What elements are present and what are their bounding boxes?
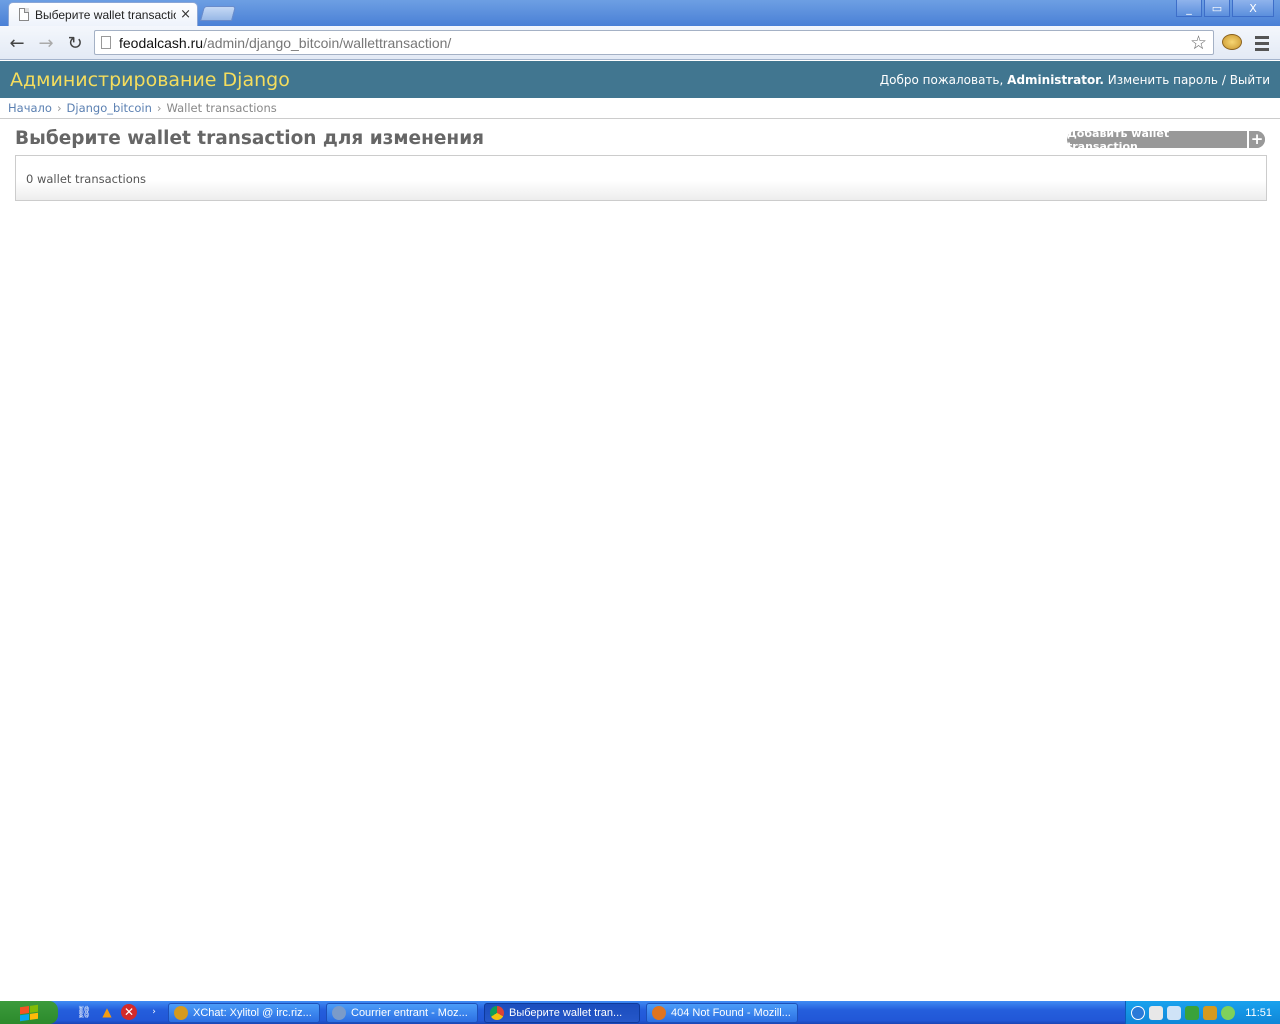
tray-shield-icon[interactable] — [1185, 1005, 1200, 1020]
tab-close-icon[interactable]: × — [180, 7, 191, 22]
url-text[interactable]: feodalcash.ru/admin/django_bitcoin/walle… — [119, 35, 451, 51]
window-controls: _ ▭ X — [1176, 0, 1274, 17]
clock: 11:51 — [1245, 1006, 1272, 1019]
tray-download-icon[interactable] — [1149, 1005, 1164, 1020]
change-password-link[interactable]: Изменить пароль — [1108, 73, 1218, 87]
task-label: XChat: Xylitol @ irc.riz... — [193, 1007, 312, 1019]
restore-button[interactable]: ▭ — [1204, 0, 1230, 17]
thunderbird-icon — [332, 1006, 346, 1020]
username: Administrator — [1007, 72, 1100, 87]
page-icon — [101, 36, 111, 49]
breadcrumb-app[interactable]: Django_bitcoin — [67, 101, 152, 115]
username-period: . — [1099, 72, 1104, 87]
breadcrumb-home[interactable]: Начало — [8, 101, 52, 115]
welcome-text: Добро пожаловать, — [879, 72, 1004, 87]
close-window-button[interactable]: X — [1232, 0, 1274, 17]
windows-taskbar: ⛓ ▲ ✕ › XChat: Xylitol @ irc.riz... Cour… — [0, 1001, 1280, 1024]
task-label: 404 Not Found - Mozill... — [671, 1007, 791, 1019]
add-button-label: Добавить wallet transaction — [1067, 126, 1170, 153]
task-label: Выберите wallet tran... — [509, 1007, 623, 1019]
url-host: feodalcash.ru — [119, 34, 204, 51]
start-button[interactable] — [0, 1001, 58, 1024]
page-icon — [19, 8, 29, 21]
breadcrumb: Начало › Django_bitcoin › Wallet transac… — [0, 98, 1280, 119]
back-button[interactable]: ← — [6, 32, 28, 54]
system-tray: 11:51 — [1125, 1001, 1280, 1024]
user-tools: Добро пожаловать, Administrator. Изменит… — [880, 73, 1270, 87]
forward-button[interactable]: → — [35, 32, 57, 54]
site-branding[interactable]: Администрирование Django — [10, 69, 290, 91]
extension-cookie-icon[interactable] — [1222, 34, 1242, 50]
quicklaunch-stop-icon[interactable]: ✕ — [121, 1004, 137, 1020]
tab-title: Выберите wallet transaction — [35, 7, 177, 22]
firefox-icon — [652, 1006, 666, 1020]
result-count: 0 wallet transactions — [26, 172, 147, 186]
page-title: Выберите wallet transaction для изменени… — [15, 128, 485, 149]
breadcrumb-current: Wallet transactions — [166, 101, 277, 115]
tray-xchat-icon[interactable] — [1203, 1005, 1218, 1020]
user-tools-separator: / — [1221, 72, 1226, 87]
quicklaunch-vlc-icon[interactable]: ▲ — [99, 1004, 115, 1020]
logout-link[interactable]: Выйти — [1230, 73, 1270, 87]
breadcrumb-separator: › — [56, 101, 62, 115]
windows-flag-icon — [20, 1004, 38, 1021]
quicklaunch-expand-icon[interactable]: › — [146, 1004, 162, 1020]
browser-tab-active[interactable]: Выберите wallet transaction × — [8, 2, 198, 26]
taskbar-item-xchat[interactable]: XChat: Xylitol @ irc.riz... — [168, 1003, 320, 1023]
taskbar-item-firefox[interactable]: 404 Not Found - Mozill... — [646, 1003, 798, 1023]
task-label: Courrier entrant - Moz... — [351, 1007, 468, 1019]
add-plus-icon: + — [1247, 131, 1265, 148]
tray-monitor-icon[interactable] — [1167, 1005, 1182, 1020]
minimize-button[interactable]: _ — [1176, 0, 1202, 17]
add-wallet-transaction-button[interactable]: Добавить wallet transaction + — [1067, 127, 1265, 153]
chrome-icon — [490, 1006, 504, 1020]
taskbar-item-chrome[interactable]: Выберите wallet tran... — [484, 1003, 640, 1023]
bookmark-star-icon[interactable]: ☆ — [1190, 32, 1207, 54]
reload-button[interactable]: ↻ — [64, 32, 86, 54]
xchat-icon — [174, 1006, 188, 1020]
new-tab-button[interactable] — [199, 6, 237, 21]
breadcrumb-separator: › — [156, 101, 162, 115]
browser-titlebar: Выберите wallet transaction × _ ▭ X — [0, 0, 1280, 26]
browser-toolbar: ← → ↻ feodalcash.ru/admin/django_bitcoin… — [0, 26, 1280, 60]
admin-header: Администрирование Django Добро пожаловат… — [0, 61, 1280, 98]
tray-back-icon[interactable] — [1131, 1005, 1146, 1020]
wrench-menu-icon[interactable] — [1255, 36, 1269, 54]
quicklaunch-network-icon[interactable]: ⛓ — [76, 1004, 92, 1020]
tray-clover-icon[interactable] — [1221, 1005, 1236, 1020]
taskbar-item-mail[interactable]: Courrier entrant - Moz... — [326, 1003, 478, 1023]
changelist-panel: 0 wallet transactions — [15, 155, 1267, 201]
url-path: /admin/django_bitcoin/wallettransaction/ — [203, 34, 452, 51]
address-bar[interactable]: feodalcash.ru/admin/django_bitcoin/walle… — [94, 30, 1214, 55]
